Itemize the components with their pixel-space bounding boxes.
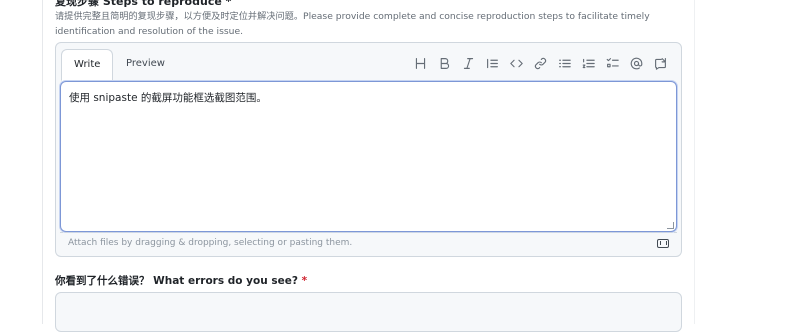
task-list-icon[interactable]	[603, 54, 621, 72]
mention-icon[interactable]	[627, 54, 645, 72]
markdown-icon	[657, 239, 669, 248]
resize-handle-icon[interactable]	[667, 222, 674, 229]
required-marker: *	[301, 275, 308, 287]
code-icon[interactable]	[507, 54, 525, 72]
italic-icon[interactable]	[459, 54, 477, 72]
comment-textarea[interactable]: 使用 snipaste 的截屏功能框选截图范围。	[60, 81, 677, 232]
prev-field-label: 复现步骤 Steps to reproduce *	[55, 0, 232, 8]
textarea-content: 使用 snipaste 的截屏功能框选截图范围。	[69, 92, 267, 104]
field-description: 请提供完整且简明的复现步骤，以方便及时定位并解决问题。Please provid…	[55, 11, 650, 37]
reference-icon[interactable]	[651, 54, 669, 72]
tab-write[interactable]: Write	[61, 49, 114, 81]
attach-files-hint: Attach files by dragging & dropping, sel…	[68, 238, 353, 248]
quote-icon[interactable]	[483, 54, 501, 72]
ordered-list-icon[interactable]	[579, 54, 597, 72]
markdown-editor: Write Preview 使用 snipaste 的截屏功能框选截图范围。 A…	[55, 42, 682, 257]
errors-field-label: 你看到了什么错误？ What errors do you see? *	[55, 273, 307, 288]
left-divider	[42, 0, 43, 324]
unordered-list-icon[interactable]	[555, 54, 573, 72]
right-divider	[694, 0, 695, 324]
errors-textarea[interactable]	[55, 292, 682, 332]
bold-icon[interactable]	[435, 54, 453, 72]
link-icon[interactable]	[531, 54, 549, 72]
editor-toolbar	[411, 54, 669, 72]
heading-icon[interactable]	[411, 54, 429, 72]
errors-field-label-text: 你看到了什么错误？ What errors do you see?	[55, 275, 298, 287]
tab-preview[interactable]: Preview	[114, 49, 177, 81]
attach-files-bar[interactable]: Attach files by dragging & dropping, sel…	[60, 232, 677, 254]
